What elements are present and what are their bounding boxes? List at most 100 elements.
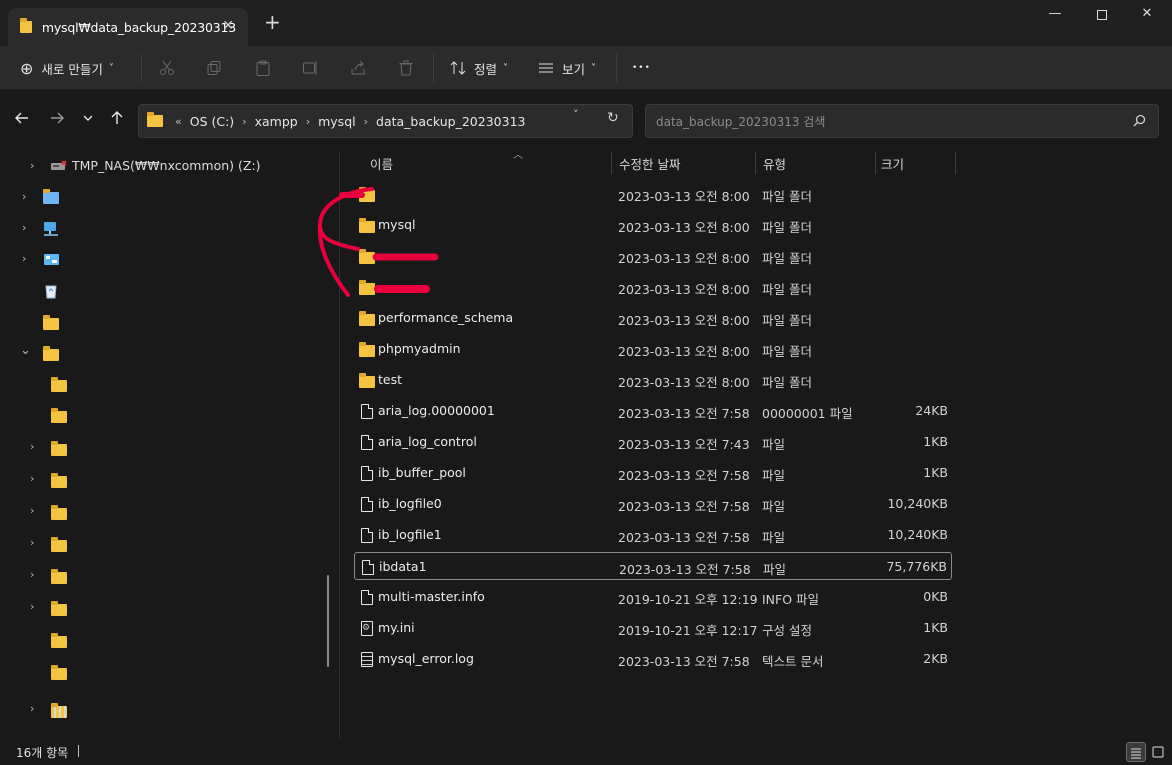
column-header-name[interactable]: 이름 ︿: [370, 150, 610, 176]
breadcrumb-data-backup[interactable]: data_backup_20230313: [376, 114, 525, 129]
refresh-icon[interactable]: ↻: [607, 110, 619, 126]
chevron-right-icon[interactable]: ›: [30, 536, 34, 549]
column-divider[interactable]: [755, 152, 756, 174]
sort-button[interactable]: 정렬 ˅: [450, 46, 508, 90]
folder-icon: [359, 311, 375, 329]
sidebar-item-folder[interactable]: [0, 657, 330, 687]
file-name: ib_buffer_pool: [378, 465, 466, 480]
chevron-down-icon: [83, 115, 93, 121]
sidebar-item-folder[interactable]: ›: [0, 529, 330, 559]
chevron-right-icon[interactable]: ›: [30, 159, 34, 172]
search-box[interactable]: data_backup_20230313 검색: [645, 104, 1159, 138]
view-button[interactable]: 보기 ˅: [538, 46, 596, 90]
column-divider[interactable]: [875, 152, 876, 174]
chevron-right-icon[interactable]: ›: [30, 440, 34, 453]
delete-button[interactable]: [398, 46, 414, 90]
column-header-type[interactable]: 유형: [763, 154, 873, 176]
sidebar-item-folder[interactable]: ›: [0, 183, 330, 213]
details-view-button[interactable]: [1126, 742, 1146, 762]
chevron-right-icon[interactable]: ›: [30, 702, 34, 715]
maximize-button[interactable]: [1087, 6, 1117, 24]
file-type: 파일 폴더: [762, 189, 812, 204]
column-divider[interactable]: [955, 152, 956, 174]
tiles-view-button[interactable]: [1148, 742, 1168, 762]
close-window-button[interactable]: ✕: [1132, 6, 1162, 21]
minimize-button[interactable]: —: [1040, 6, 1070, 21]
file-row[interactable]: ib_logfile1 2023-03-13 오전 7:58 파일 10,240KB: [354, 521, 952, 549]
up-button[interactable]: [105, 110, 129, 130]
file-name: performance_schema: [378, 310, 514, 325]
divider: [78, 745, 79, 757]
breadcrumb-separator[interactable]: ›: [306, 115, 310, 128]
cut-button[interactable]: [159, 46, 175, 90]
tab-active[interactable]: mysql₩data_backup_20230313 ✕: [8, 8, 248, 46]
file-row[interactable]: ib_buffer_pool 2023-03-13 오전 7:58 파일 1KB: [354, 459, 952, 487]
chevron-right-icon[interactable]: ›: [30, 600, 34, 613]
file-type: 텍스트 문서: [762, 654, 824, 669]
chevron-right-icon[interactable]: ›: [22, 252, 26, 265]
paste-button[interactable]: [255, 46, 271, 90]
sidebar-item-control-panel[interactable]: ›: [0, 245, 330, 275]
column-header-size[interactable]: 크기: [881, 154, 951, 176]
file-row[interactable]: ib_logfile0 2023-03-13 오전 7:58 파일 10,240KB: [354, 490, 952, 518]
sidebar-item-folder[interactable]: ›: [0, 433, 330, 463]
breadcrumb-mysql[interactable]: mysql: [318, 114, 356, 129]
sidebar-item-folder[interactable]: ›: [0, 593, 330, 623]
copy-button[interactable]: [206, 46, 222, 90]
date-modified: 2023-03-13 오전 8:00: [618, 189, 750, 204]
sidebar-item-folder[interactable]: [0, 369, 330, 399]
folder-icon: [51, 569, 67, 587]
column-divider[interactable]: [611, 152, 612, 174]
address-bar[interactable]: « OS (C:) › xampp › mysql › data_backup_…: [138, 104, 633, 138]
breadcrumb-separator[interactable]: ›: [242, 115, 246, 128]
chevron-down-icon[interactable]: ⌄: [20, 343, 31, 358]
file-row[interactable]: multi-master.info 2019-10-21 오후 12:19 INFO…: [354, 583, 952, 611]
close-tab-icon[interactable]: ✕: [222, 18, 234, 34]
folder-row[interactable]: test 2023-03-13 오전 8:00 파일 폴더: [354, 366, 952, 394]
chevron-right-icon[interactable]: ›: [30, 472, 34, 485]
back-button[interactable]: [10, 110, 34, 130]
date-modified: 2023-03-13 오전 7:58: [618, 468, 750, 483]
forward-button[interactable]: [45, 110, 69, 130]
sidebar-item-recycle-bin[interactable]: [0, 276, 330, 306]
status-bar: 16개 항목: [0, 738, 1172, 765]
chevron-right-icon[interactable]: ›: [30, 568, 34, 581]
sidebar-item-zip-folder[interactable]: ›: [0, 695, 330, 725]
breadcrumb-xampp[interactable]: xampp: [255, 114, 298, 129]
sidebar-item-folder-expanded[interactable]: ⌄: [0, 338, 330, 368]
file-row[interactable]: aria_log.00000001 2023-03-13 오전 7:58 00000…: [354, 397, 952, 425]
more-options-button[interactable]: •••: [632, 46, 651, 90]
chevron-right-icon[interactable]: ›: [22, 190, 26, 203]
file-row[interactable]: aria_log_control 2023-03-13 오전 7:43 파일 1KB: [354, 428, 952, 456]
column-header-date[interactable]: 수정한 날짜: [619, 154, 749, 176]
sort-icon: [450, 61, 466, 75]
sidebar-item-folder[interactable]: [0, 625, 330, 655]
overflow-chevron-icon[interactable]: «: [175, 115, 182, 128]
chevron-right-icon[interactable]: ›: [22, 221, 26, 234]
settings-file-icon: [361, 621, 373, 639]
new-tab-button[interactable]: +: [264, 12, 281, 32]
recent-locations-button[interactable]: [76, 110, 100, 130]
file-row[interactable]: mysql_error.log 2023-03-13 오전 7:58 텍스트 문서 2…: [354, 645, 952, 673]
sidebar-scrollbar[interactable]: [327, 575, 329, 667]
folder-row[interactable]: phpmyadmin 2023-03-13 오전 8:00 파일 폴더: [354, 335, 952, 363]
sidebar-item-network[interactable]: ›: [0, 214, 330, 244]
sidebar-item-folder[interactable]: ›: [0, 465, 330, 495]
sidebar-item-folder[interactable]: ›: [0, 497, 330, 527]
rename-button[interactable]: [302, 46, 318, 90]
address-dropdown-icon[interactable]: ˅: [573, 108, 579, 121]
sidebar-item-folder[interactable]: [0, 307, 330, 337]
breadcrumb-os-c[interactable]: OS (C:): [190, 114, 234, 129]
new-button[interactable]: ⊕ 새로 만들기 ˅: [20, 46, 114, 90]
chevron-right-icon[interactable]: ›: [30, 504, 34, 517]
sidebar-item-folder[interactable]: [0, 400, 330, 430]
folder-row[interactable]: performance_schema 2023-03-13 오전 8:00 파일 폴…: [354, 304, 952, 332]
sidebar-item-folder[interactable]: ›: [0, 561, 330, 591]
share-button[interactable]: [350, 46, 366, 90]
file-name: mysql_error.log: [378, 651, 474, 666]
file-row[interactable]: my.ini 2019-10-21 오후 12:17 구성 설정 1KB: [354, 614, 952, 642]
sidebar-item-tmp-nas[interactable]: › TMP_NAS(₩₩nxcommon) (Z:): [0, 152, 330, 182]
file-row[interactable]: ibdata1 2023-03-13 오전 7:58 파일 75,776KB: [354, 552, 952, 580]
new-label: 새로 만들기: [41, 61, 103, 77]
breadcrumb-separator[interactable]: ›: [364, 115, 368, 128]
